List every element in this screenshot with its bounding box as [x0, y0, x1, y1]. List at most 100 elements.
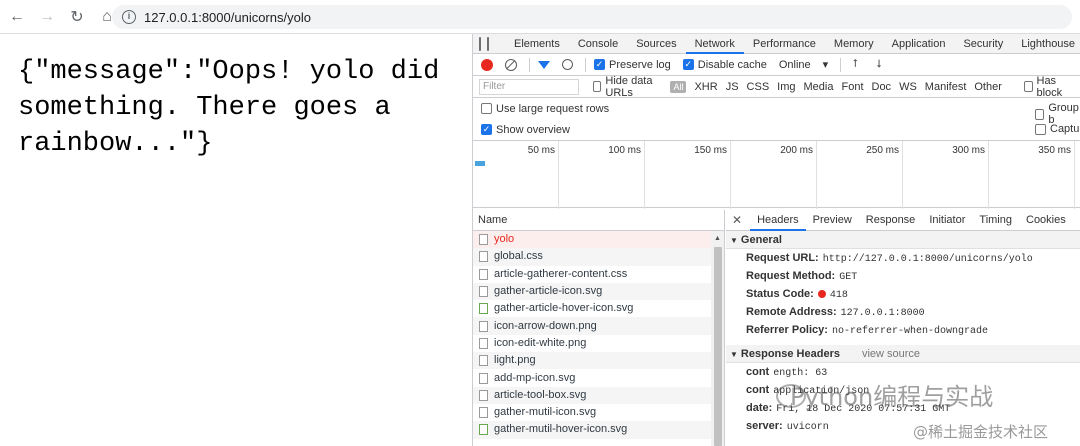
- request-row[interactable]: gather-mutil-hover-icon.svg: [473, 421, 724, 439]
- request-row[interactable]: article-gatherer-content.css: [473, 266, 724, 283]
- request-row[interactable]: icon-arrow-down.png: [473, 317, 724, 335]
- disable-cache-label[interactable]: Disable cache: [698, 59, 767, 71]
- tab-timing[interactable]: Timing: [972, 210, 1019, 231]
- filter-type-js[interactable]: JS: [726, 81, 739, 93]
- filter-type-ws[interactable]: WS: [899, 81, 917, 93]
- request-row[interactable]: global.css: [473, 248, 724, 266]
- group-by-frame-checkbox[interactable]: [1035, 108, 1045, 120]
- scrollbar-thumb[interactable]: [714, 247, 722, 446]
- arrow-left-icon[interactable]: ←: [4, 4, 30, 30]
- timeline-tick-label: 50 ms: [527, 145, 555, 156]
- response-headers-section-header[interactable]: ▼ Response Headers view source: [726, 345, 1080, 363]
- preserve-log-label[interactable]: Preserve log: [609, 59, 671, 71]
- image-file-icon: [479, 424, 488, 436]
- filter-type-css[interactable]: CSS: [747, 81, 770, 93]
- view-source-link[interactable]: view source: [862, 348, 920, 360]
- tab-response[interactable]: Response: [859, 210, 923, 231]
- request-row[interactable]: gather-article-icon.svg: [473, 282, 724, 301]
- request-row[interactable]: gather-mutil-icon.svg: [473, 404, 724, 421]
- capture-screenshots-label[interactable]: Captur: [1050, 123, 1080, 135]
- has-blocked-checkbox[interactable]: [1023, 81, 1033, 92]
- tab-preview[interactable]: Preview: [806, 210, 859, 231]
- general-section-header[interactable]: ▼ General: [726, 231, 1080, 249]
- tab-memory[interactable]: Memory: [825, 34, 883, 54]
- device-toolbar-icon[interactable]: [487, 36, 489, 51]
- record-icon[interactable]: [481, 58, 493, 71]
- file-icon: [479, 234, 488, 246]
- triangle-down-icon: ▼: [730, 350, 738, 359]
- tab-initiator[interactable]: Initiator: [922, 210, 972, 231]
- tab-sources[interactable]: Sources: [627, 34, 685, 54]
- request-row[interactable]: article-tool-box.svg: [473, 386, 724, 404]
- tab-application[interactable]: Application: [883, 34, 955, 54]
- json-response-text: {"message":"Oops! yolo did something. Th…: [18, 57, 440, 159]
- timeline-overview[interactable]: 50 ms 100 ms 150 ms 200 ms 250 ms 300 ms…: [473, 140, 1080, 209]
- response-headers-title: Response Headers: [740, 348, 840, 360]
- request-name: yolo: [494, 233, 515, 246]
- request-row[interactable]: light.png: [473, 352, 724, 370]
- clear-icon[interactable]: [505, 58, 517, 71]
- request-row[interactable]: gather-article-hover-icon.svg: [473, 300, 724, 317]
- filter-type-media[interactable]: Media: [804, 81, 834, 93]
- request-method-row: Request Method: GET: [726, 267, 1080, 285]
- request-row[interactable]: icon-edit-white.png: [473, 335, 724, 352]
- filter-type-img[interactable]: Img: [777, 81, 795, 93]
- filter-input[interactable]: Filter: [479, 78, 579, 95]
- filter-type-xhr[interactable]: XHR: [694, 81, 717, 93]
- address-url[interactable]: 127.0.0.1:8000/unicorns/yolo: [144, 10, 311, 25]
- chevron-down-icon[interactable]: ▾: [823, 58, 829, 71]
- request-name: article-tool-box.svg: [494, 388, 587, 401]
- show-overview-checkbox[interactable]: ✓: [481, 124, 492, 135]
- info-icon[interactable]: i: [122, 10, 136, 24]
- filter-type-other[interactable]: Other: [974, 81, 1002, 93]
- preserve-log-checkbox[interactable]: ✓: [594, 59, 605, 70]
- throttling-select[interactable]: Online: [779, 59, 811, 71]
- response-header-key: cont: [746, 384, 770, 396]
- timeline-tick: 100 ms: [559, 141, 645, 209]
- request-row[interactable]: add-mp-icon.svg: [473, 369, 724, 386]
- file-icon: [479, 251, 488, 263]
- request-url-value: http://127.0.0.1:8000/unicorns/yolo: [822, 254, 1033, 265]
- request-row[interactable]: yolo: [473, 231, 724, 249]
- response-header-key: server:: [746, 420, 783, 432]
- request-method-key: Request Method:: [746, 270, 836, 282]
- filter-type-doc[interactable]: Doc: [872, 81, 892, 93]
- tab-headers[interactable]: Headers: [750, 210, 806, 231]
- file-icon: [479, 389, 488, 401]
- import-har-icon[interactable]: ⭡: [849, 58, 861, 71]
- hide-data-urls-label[interactable]: Hide data URLs: [605, 75, 662, 99]
- tab-console[interactable]: Console: [569, 34, 627, 54]
- large-rows-checkbox[interactable]: [481, 103, 492, 114]
- timeline-tick-label: 150 ms: [694, 145, 727, 156]
- request-name: article-gatherer-content.css: [494, 267, 628, 280]
- close-icon[interactable]: ✕: [732, 213, 742, 227]
- inspect-element-icon[interactable]: [479, 36, 481, 51]
- tab-security[interactable]: Security: [954, 34, 1012, 54]
- arrow-right-icon[interactable]: →: [34, 4, 60, 30]
- request-list-scrollbar[interactable]: ▲: [711, 231, 724, 446]
- remote-address-key: Remote Address:: [746, 306, 837, 318]
- status-code-key: Status Code:: [746, 288, 814, 300]
- tab-performance[interactable]: Performance: [744, 34, 825, 54]
- filter-type-font[interactable]: Font: [841, 81, 863, 93]
- tab-elements[interactable]: Elements: [505, 34, 569, 54]
- show-overview-label[interactable]: Show overview: [496, 124, 570, 136]
- large-rows-label[interactable]: Use large request rows: [496, 103, 609, 115]
- scroll-up-icon[interactable]: ▲: [714, 235, 721, 242]
- tab-network[interactable]: Network: [685, 34, 744, 54]
- name-column-header[interactable]: Name: [473, 210, 724, 231]
- search-icon[interactable]: [562, 59, 573, 70]
- address-bar[interactable]: i 127.0.0.1:8000/unicorns/yolo: [112, 5, 1072, 29]
- tab-cookies[interactable]: Cookies: [1019, 210, 1073, 231]
- filter-type-manifest[interactable]: Manifest: [925, 81, 967, 93]
- capture-screenshots-checkbox[interactable]: [1035, 123, 1046, 135]
- disable-cache-checkbox[interactable]: ✓: [682, 59, 694, 70]
- hide-data-urls-checkbox[interactable]: [592, 81, 602, 92]
- timeline-tick-label: 200 ms: [780, 145, 813, 156]
- filter-all-chip[interactable]: All: [670, 80, 687, 93]
- has-blocked-label[interactable]: Has block: [1037, 75, 1072, 99]
- filter-icon[interactable]: [538, 60, 550, 69]
- reload-icon[interactable]: ↻: [64, 4, 90, 30]
- tab-lighthouse[interactable]: Lighthouse: [1012, 34, 1080, 54]
- export-har-icon[interactable]: ⭣: [873, 58, 885, 71]
